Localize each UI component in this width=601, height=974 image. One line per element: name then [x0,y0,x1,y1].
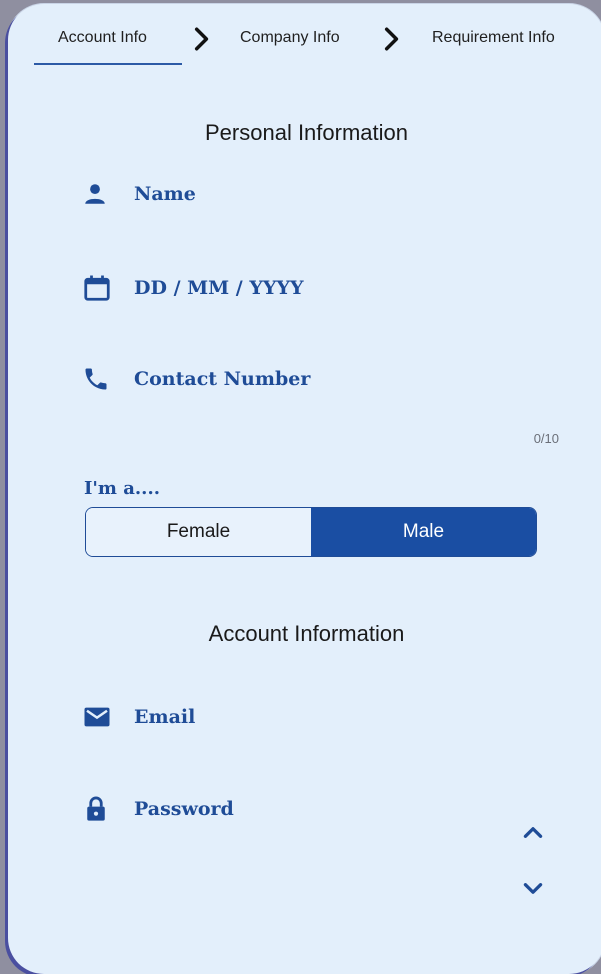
password-placeholder: Password [134,798,234,820]
form-card: Account Info Company Info Requirement In… [8,4,601,974]
chevron-up-icon[interactable] [518,819,548,845]
gender-option-female[interactable]: Female [86,508,311,556]
phone-icon [82,362,118,396]
chevron-right-icon [194,27,209,51]
gender-option-male[interactable]: Male [311,508,536,556]
gender-label: I'm a.... [84,478,160,499]
lock-icon [82,792,118,826]
email-field[interactable]: Email [82,700,195,734]
name-field[interactable]: Name [82,177,196,211]
chevron-down-icon[interactable] [518,876,548,902]
person-icon [82,177,118,211]
chevron-right-icon [384,27,399,51]
active-step-underline [34,63,182,65]
character-counter: 0/10 [533,431,559,446]
contact-number-field[interactable]: Contact Number [82,362,310,396]
step-company-info[interactable]: Company Info [240,29,340,47]
calendar-icon [82,271,118,305]
gender-toggle: Female Male [85,507,537,557]
personal-information-heading: Personal Information [205,120,408,145]
contact-number-placeholder: Contact Number [134,368,311,390]
account-information-heading: Account Information [208,621,405,646]
email-placeholder: Email [134,706,196,728]
step-account-info[interactable]: Account Info [58,29,147,47]
step-requirement-info[interactable]: Requirement Info [432,29,555,47]
mail-icon [82,700,118,734]
stepper: Account Info Company Info Requirement In… [8,4,601,74]
date-of-birth-field[interactable]: DD / MM / YYYY [82,271,304,305]
dob-placeholder: DD / MM / YYYY [134,277,304,299]
name-placeholder: Name [134,183,196,205]
password-field[interactable]: Password [82,792,234,826]
